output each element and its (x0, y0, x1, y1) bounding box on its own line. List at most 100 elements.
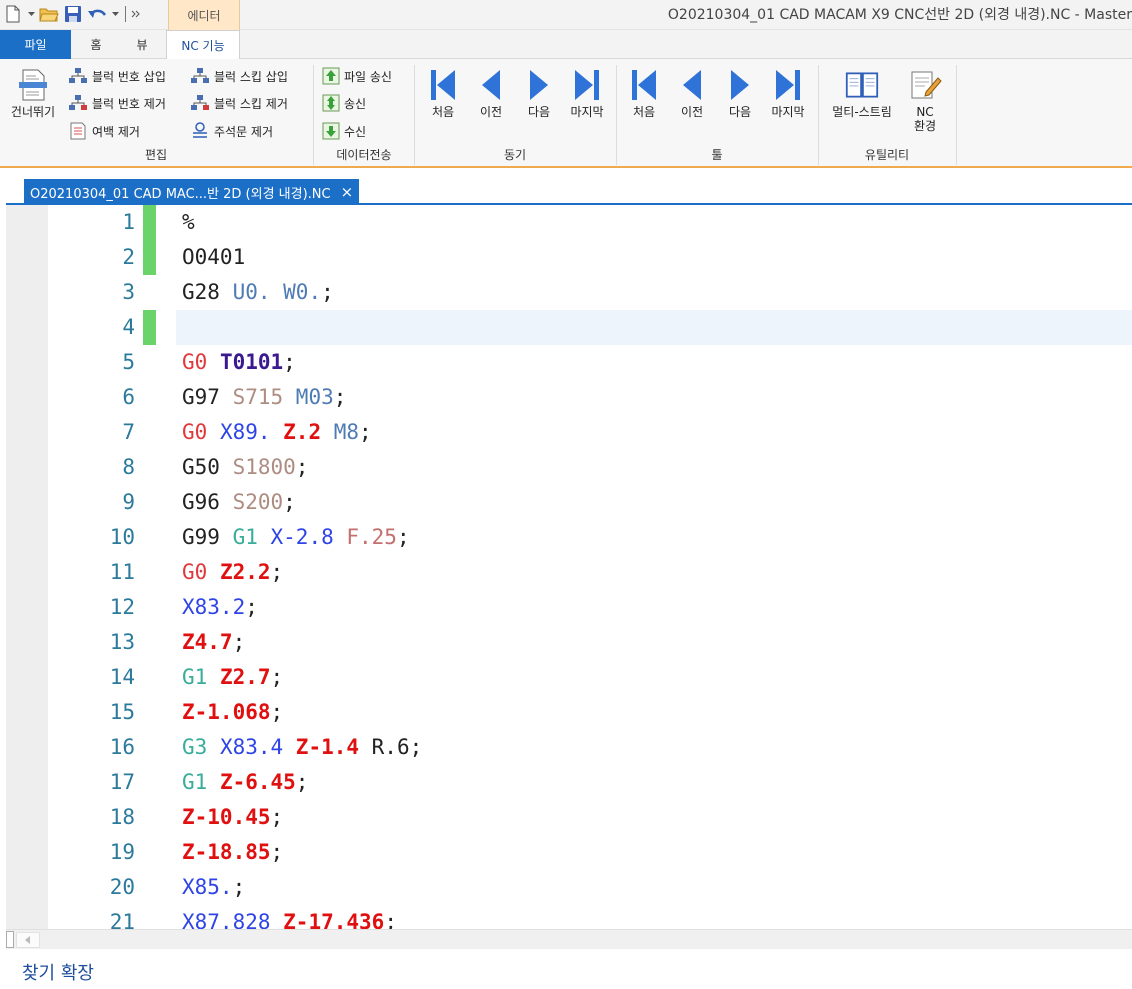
previous-icon (675, 65, 709, 105)
group-tool-label: 툴 (711, 148, 723, 162)
open-folder-icon[interactable] (38, 3, 60, 25)
send-file-icon (322, 67, 340, 85)
receive-button[interactable]: 수신 (322, 120, 366, 142)
remove-whitespace-icon (70, 122, 86, 140)
code-line[interactable]: 4 (6, 310, 1132, 345)
code-editor[interactable]: 1% 2 O0401 3 G28 U0. W0.; 4 5 G0 T0101; 6 G97 S71… (6, 205, 1132, 929)
code-line[interactable]: 20 X85.; (6, 870, 1132, 905)
remove-whitespace-label: 여백 제거 (92, 124, 140, 139)
code-line[interactable]: 11 G0 Z2.2; (6, 555, 1132, 590)
insert-block-number-button[interactable]: 블럭 번호 삽입 (68, 65, 166, 87)
send-icon (322, 94, 340, 112)
new-file-icon[interactable] (2, 3, 24, 25)
find-expand-link[interactable]: 찾기 확장 (22, 959, 94, 985)
code-line[interactable]: 7 G0 X89. Z.2 M8; (6, 415, 1132, 450)
code-line[interactable]: 16 G3 X83.4 Z-1.4 R.6; (6, 730, 1132, 765)
code-token: ; (295, 455, 309, 479)
line-number: 5 (122, 350, 135, 374)
sync-previous-button[interactable]: 이전 (467, 65, 515, 119)
code-line[interactable]: 5 G0 T0101; (6, 345, 1132, 380)
insert-block-skip-button[interactable]: 블럭 스킵 삽입 (190, 65, 288, 87)
line-number: 6 (122, 385, 135, 409)
code-line[interactable]: 6 G97 S715 M03; (6, 380, 1132, 415)
previous-icon (474, 65, 508, 105)
close-icon[interactable]: × (341, 183, 354, 201)
send-button[interactable]: 송신 (322, 92, 366, 114)
code-token: Z2.7 (219, 665, 271, 689)
customize-toolbar-icon[interactable] (131, 3, 141, 25)
nc-environment-icon (908, 65, 942, 105)
code-line[interactable]: 17 G1 Z-6.45; (6, 765, 1132, 800)
last-icon (570, 65, 604, 105)
sync-first-button[interactable]: 처음 (419, 65, 467, 119)
code-line[interactable]: 21 X87.828 Z-17.436; (6, 905, 1132, 929)
sync-last-button[interactable]: 마지막 (563, 65, 611, 119)
code-token: W0. (283, 280, 322, 304)
multi-stream-icon (845, 65, 879, 105)
save-icon[interactable] (62, 3, 84, 25)
send-file-label: 파일 송신 (344, 69, 392, 84)
code-text: G28 U0. W0.; (182, 275, 334, 310)
code-token: G1 (232, 525, 271, 549)
code-text: G97 S715 M03; (182, 380, 346, 415)
code-line[interactable]: 15 Z-1.068; (6, 695, 1132, 730)
multi-stream-button[interactable]: 멀티-스트림 (823, 65, 901, 119)
tool-previous-button[interactable]: 이전 (668, 65, 716, 119)
code-token: G0 (182, 420, 220, 444)
remove-block-number-button[interactable]: 블럭 번호 제거 (68, 92, 166, 114)
tab-home[interactable]: 홈 (78, 30, 114, 59)
skip-label: 건너뛰기 (10, 105, 56, 119)
scroll-left-button[interactable] (16, 932, 40, 948)
code-text: % (182, 205, 195, 240)
remove-block-skip-button[interactable]: 블럭 스킵 제거 (190, 92, 288, 114)
ribbon: 건너뛰기 블럭 번호 삽입 블럭 번호 제거 여백 제거 블럭 스킵 삽입 블럭… (0, 59, 1132, 168)
tab-file[interactable]: 파일 (0, 30, 71, 59)
code-line[interactable]: 13 Z4.7; (6, 625, 1132, 660)
tool-first-button[interactable]: 처음 (620, 65, 668, 119)
code-line[interactable]: 12 X83.2; (6, 590, 1132, 625)
code-line[interactable]: 9 G96 S200; (6, 485, 1132, 520)
title-bar: 에디터 O20210304_01 CAD MACAM X9 CNC선반 2D (… (0, 0, 1132, 30)
horizontal-scrollbar[interactable] (6, 929, 1132, 949)
remove-block-number-label: 블럭 번호 제거 (92, 96, 166, 111)
insert-block-number-icon (69, 68, 87, 83)
code-line[interactable]: 18 Z-10.45; (6, 800, 1132, 835)
tool-next-button[interactable]: 다음 (716, 65, 764, 119)
document-tab[interactable]: O20210304_01 CAD MAC...반 2D (외경 내경).NC × (24, 179, 360, 205)
code-line[interactable]: 2 O0401 (6, 240, 1132, 275)
code-line[interactable]: 3 G28 U0. W0.; (6, 275, 1132, 310)
undo-icon[interactable] (86, 3, 108, 25)
code-line[interactable]: 19 Z-18.85; (6, 835, 1132, 870)
line-number: 17 (109, 770, 135, 794)
skip-button[interactable]: 건너뛰기 (4, 65, 62, 119)
line-number: 19 (109, 840, 135, 864)
code-line[interactable]: 14 G1 Z2.7; (6, 660, 1132, 695)
sync-previous-label: 이전 (479, 105, 503, 119)
insert-block-skip-label: 블럭 스킵 삽입 (214, 69, 288, 84)
editor-context-tab[interactable]: 에디터 (168, 0, 240, 30)
new-file-dropdown-icon[interactable] (26, 3, 36, 25)
tab-nc-functions[interactable]: NC 기능 (166, 30, 240, 60)
line-number: 16 (109, 735, 135, 759)
code-token: G1 (182, 665, 220, 689)
line-number: 2 (122, 245, 135, 269)
remove-comments-button[interactable]: 주석문 제거 (190, 120, 273, 142)
remove-whitespace-button[interactable]: 여백 제거 (68, 120, 140, 142)
tool-last-button[interactable]: 마지막 (764, 65, 812, 119)
scrollbar-grip[interactable] (6, 931, 14, 948)
code-token: S1800 (232, 455, 296, 479)
code-token: X83.2 (182, 595, 246, 619)
sync-next-button[interactable]: 다음 (515, 65, 563, 119)
code-line[interactable]: 1% (6, 205, 1132, 240)
code-text: Z4.7; (182, 625, 245, 660)
undo-dropdown-icon[interactable] (110, 3, 120, 25)
code-token: G99 (182, 525, 233, 549)
code-line[interactable]: 10 G99 G1 X-2.8 F.25; (6, 520, 1132, 555)
code-token: T0101 (219, 350, 284, 374)
code-line[interactable]: 8 G50 S1800; (6, 450, 1132, 485)
send-file-button[interactable]: 파일 송신 (322, 65, 392, 87)
line-number: 7 (122, 420, 135, 444)
nc-environment-button[interactable]: NC 환경 (903, 65, 947, 133)
tab-view[interactable]: 뷰 (124, 30, 160, 59)
group-data-transfer: 파일 송신 송신 수신 데이터전송 (314, 59, 414, 166)
